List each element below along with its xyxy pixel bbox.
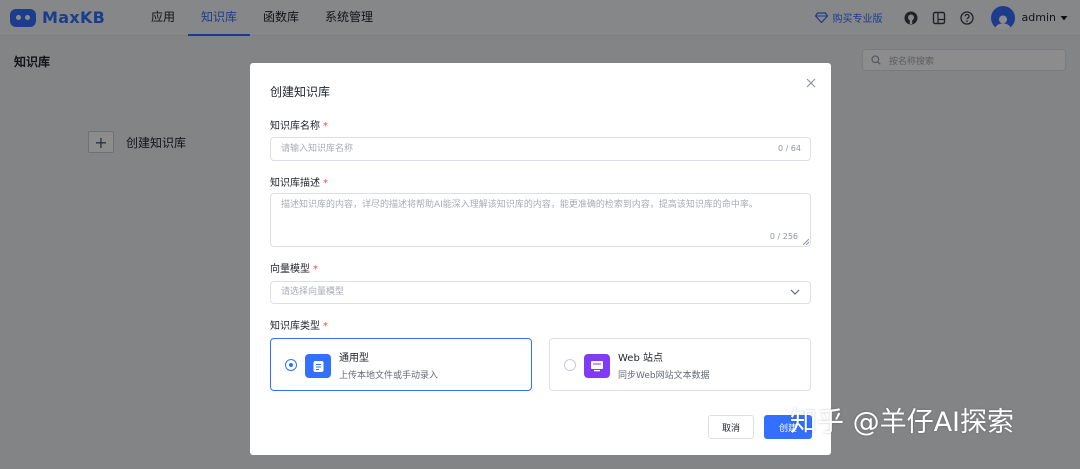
desc-label-text: 知识库描述 <box>270 178 320 189</box>
required-mark: * <box>323 321 328 332</box>
desc-field-label: 知识库描述 * <box>270 174 328 189</box>
name-field-label: 知识库名称 * <box>270 117 328 132</box>
type-label-text: 知识库类型 <box>270 321 320 332</box>
name-char-count: 0 / 64 <box>777 144 801 153</box>
desc-char-count: 0 / 256 <box>769 232 798 241</box>
document-icon <box>305 354 331 378</box>
knowledge-name-input[interactable]: 请输入知识库名称 0 / 64 <box>270 137 811 161</box>
model-placeholder: 请选择向量模型 <box>281 287 345 297</box>
type-option-web[interactable]: Web 站点 同步Web网站文本数据 <box>549 338 811 391</box>
type-field-label: 知识库类型 * <box>270 317 328 332</box>
dialog-title: 创建知识库 <box>270 85 331 99</box>
knowledge-desc-textarea[interactable]: 描述知识库的内容，详尽的描述将帮助AI能深入理解该知识库的内容，能更准确的检索到… <box>270 193 811 247</box>
create-knowledge-dialog: 创建知识库 知识库名称 * 请输入知识库名称 0 / 64 知识库描述 * 描述知识… <box>250 63 831 455</box>
cancel-button[interactable]: 取消 <box>708 415 754 439</box>
required-mark: * <box>313 264 318 275</box>
name-label-text: 知识库名称 <box>270 121 320 132</box>
model-label-text: 向量模型 <box>270 264 310 275</box>
chevron-down-icon <box>790 289 800 295</box>
resize-handle-icon[interactable] <box>803 239 809 245</box>
general-type-name: 通用型 <box>339 353 369 364</box>
vector-model-select[interactable]: 请选择向量模型 <box>270 281 811 304</box>
desc-placeholder: 描述知识库的内容，详尽的描述将帮助AI能深入理解该知识库的内容，能更准确的检索到… <box>281 200 758 210</box>
web-type-desc: 同步Web网站文本数据 <box>618 371 710 381</box>
required-mark: * <box>323 178 328 189</box>
close-icon[interactable] <box>805 78 817 90</box>
type-option-general[interactable]: 通用型 上传本地文件或手动录入 <box>270 338 532 391</box>
required-mark: * <box>323 121 328 132</box>
name-placeholder: 请输入知识库名称 <box>281 144 354 154</box>
watermark-text: 知乎 @羊仔AI探索 <box>790 407 1015 438</box>
model-field-label: 向量模型 * <box>270 260 318 275</box>
monitor-icon <box>584 354 610 378</box>
web-radio[interactable] <box>564 359 576 371</box>
general-radio[interactable] <box>285 359 297 371</box>
general-type-desc: 上传本地文件或手动录入 <box>339 371 439 381</box>
web-type-name: Web 站点 <box>618 353 663 364</box>
